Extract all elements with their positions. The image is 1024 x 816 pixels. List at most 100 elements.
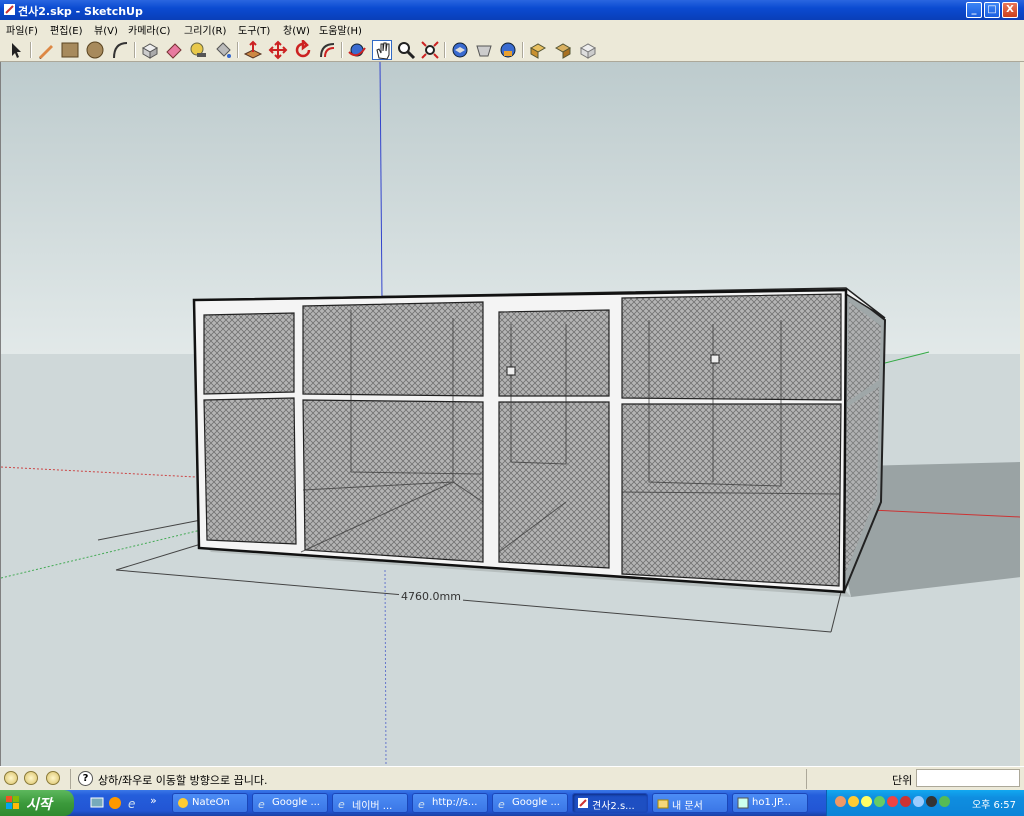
clock: 오후 6:57: [971, 800, 1016, 811]
ie-icon: e: [338, 798, 345, 809]
back-view-icon[interactable]: [553, 40, 573, 60]
quicklaunch-chevron[interactable]: »: [150, 794, 157, 807]
menu-draw[interactable]: 그리기(R): [184, 22, 226, 37]
rotate-icon[interactable]: [293, 40, 313, 60]
task-naver[interactable]: e 네이버 ...: [332, 793, 408, 813]
tray-volume-icon[interactable]: [926, 796, 937, 807]
tray-connection-icon[interactable]: [939, 796, 950, 807]
menu-tools[interactable]: 도구(T): [238, 22, 270, 37]
arc-icon[interactable]: [110, 40, 130, 60]
menu-file[interactable]: 파일(F): [6, 22, 38, 37]
taskbar: 시작 e » NateOn e Google ... e 네이버 ... e http…: [0, 790, 1024, 816]
measurements-input[interactable]: [916, 769, 1020, 787]
ie-icon: e: [258, 798, 265, 809]
measurements-label: 단위: [892, 774, 913, 787]
mesh-panel: [621, 293, 842, 401]
tray-shield-icon[interactable]: [848, 796, 859, 807]
credits-icon[interactable]: [24, 771, 38, 785]
top-view-icon[interactable]: [474, 40, 494, 60]
tray-network-icon[interactable]: [913, 796, 924, 807]
model-canvas: [1, 62, 1020, 766]
svg-text:e: e: [498, 798, 505, 809]
right-view-icon[interactable]: [528, 40, 548, 60]
svg-text:e: e: [128, 797, 135, 810]
tray-alert-icon[interactable]: [900, 796, 911, 807]
user-icon[interactable]: [46, 771, 60, 785]
paint-bucket-icon[interactable]: [213, 40, 233, 60]
start-button[interactable]: 시작: [0, 790, 74, 816]
help-icon[interactable]: ?: [78, 771, 93, 786]
orbit-icon[interactable]: [347, 40, 367, 60]
door-latch: [506, 366, 516, 376]
sketchup-app-icon: [4, 4, 15, 15]
task-image[interactable]: ho1.JP...: [732, 793, 808, 813]
status-message: 상하/좌우로 이동할 방향으로 끕니다.: [98, 774, 268, 787]
make-component-icon[interactable]: [140, 40, 160, 60]
svg-text:e: e: [338, 798, 345, 809]
menu-view[interactable]: 뷰(V): [94, 22, 118, 37]
model-viewport[interactable]: 4760.0mm: [0, 62, 1020, 766]
pencil-icon[interactable]: [36, 40, 56, 60]
ie-icon: e: [498, 798, 505, 809]
system-tray: 오후 6:57: [826, 790, 1024, 816]
task-my-documents[interactable]: 내 문서: [652, 793, 728, 813]
minimize-button[interactable]: _: [966, 2, 982, 18]
windows-logo-icon: [6, 796, 19, 809]
mesh-panel: [302, 301, 484, 397]
mesh-panel: [498, 309, 610, 397]
show-desktop-icon[interactable]: [90, 796, 104, 810]
menu-help[interactable]: 도움말(H): [319, 22, 362, 37]
tray-messenger-icon[interactable]: [861, 796, 872, 807]
eraser-icon[interactable]: [164, 40, 184, 60]
circle-icon[interactable]: [85, 40, 105, 60]
rectangle-icon[interactable]: [60, 40, 80, 60]
task-google-2[interactable]: e Google ...: [492, 793, 568, 813]
tray-app-icon[interactable]: [835, 796, 846, 807]
task-sketchup[interactable]: 견사2.s...: [572, 793, 648, 813]
menu-camera[interactable]: 카메라(C): [128, 22, 170, 37]
mesh-panel: [621, 403, 842, 587]
ie-icon: e: [418, 798, 425, 809]
zoom-icon[interactable]: [396, 40, 416, 60]
geo-location-icon[interactable]: [4, 771, 18, 785]
menu-bar: 파일(F) 편집(E) 뷰(V) 카메라(C) 그리기(R) 도구(T) 창(W…: [0, 20, 1024, 38]
select-icon[interactable]: [6, 40, 26, 60]
move-icon[interactable]: [268, 40, 288, 60]
offset-icon[interactable]: [317, 40, 337, 60]
zoom-extents-icon[interactable]: [420, 40, 440, 60]
close-button[interactable]: X: [1002, 2, 1018, 18]
image-icon: [737, 797, 749, 809]
tray-update-icon[interactable]: [874, 796, 885, 807]
folder-icon: [657, 799, 669, 809]
left-view-icon[interactable]: [578, 40, 598, 60]
mesh-panel: [302, 399, 484, 563]
task-google-1[interactable]: e Google ...: [252, 793, 328, 813]
dimension-label: 4760.0mm: [399, 590, 463, 603]
main-toolbar: [0, 38, 1024, 62]
iso-view-icon[interactable]: [450, 40, 470, 60]
task-http[interactable]: e http://s...: [412, 793, 488, 813]
svg-text:e: e: [418, 798, 425, 809]
door-latch: [710, 354, 720, 364]
maximize-button[interactable]: □: [984, 2, 1000, 18]
pan-icon[interactable]: [372, 40, 392, 60]
mesh-panel: [203, 312, 295, 395]
tray-antivirus-icon[interactable]: [887, 796, 898, 807]
front-view-icon[interactable]: [498, 40, 518, 60]
task-nateon[interactable]: NateOn: [172, 793, 248, 813]
status-bar: ? 상하/좌우로 이동할 방향으로 끕니다. 단위: [0, 766, 1024, 790]
tape-measure-icon[interactable]: [188, 40, 208, 60]
menu-edit[interactable]: 편집(E): [50, 22, 83, 37]
start-label: 시작: [26, 797, 52, 813]
push-pull-icon[interactable]: [243, 40, 263, 60]
mesh-panel: [203, 397, 297, 545]
window-title: 견사2.skp - SketchUp: [18, 5, 143, 18]
svg-text:e: e: [258, 798, 265, 809]
title-bar[interactable]: 견사2.skp - SketchUp _ □ X: [0, 0, 1024, 20]
mesh-panel: [498, 401, 610, 569]
media-player-icon[interactable]: [108, 796, 122, 810]
nateon-icon: [178, 798, 188, 808]
sketchup-icon: [578, 798, 588, 808]
ie-quicklaunch-icon[interactable]: e: [126, 796, 140, 810]
menu-window[interactable]: 창(W): [283, 22, 310, 37]
